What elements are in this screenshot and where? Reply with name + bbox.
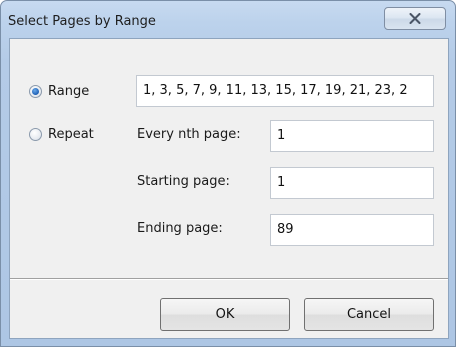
close-icon <box>409 13 421 24</box>
divider <box>10 278 448 280</box>
window-title: Select Pages by Range <box>8 14 156 29</box>
ending-page-input[interactable]: 89 <box>270 214 434 246</box>
dialog-body: Range 1, 3, 5, 7, 9, 11, 13, 15, 17, 19,… <box>9 38 449 339</box>
range-radio-circle <box>29 85 42 98</box>
range-radio[interactable]: Range <box>29 84 89 99</box>
starting-page-input[interactable]: 1 <box>270 167 434 199</box>
close-button[interactable] <box>384 7 446 30</box>
ending-page-label: Ending page: <box>137 221 223 236</box>
dialog-window: Select Pages by Range Range 1, 3, 5, 7, … <box>0 0 456 347</box>
ok-button[interactable]: OK <box>160 298 290 331</box>
every-nth-label: Every nth page: <box>137 127 241 142</box>
repeat-radio-label: Repeat <box>48 127 94 142</box>
range-input[interactable]: 1, 3, 5, 7, 9, 11, 13, 15, 17, 19, 21, 2… <box>136 75 434 107</box>
every-nth-input[interactable]: 1 <box>270 120 434 152</box>
cancel-button[interactable]: Cancel <box>304 298 434 331</box>
starting-page-label: Starting page: <box>137 174 230 189</box>
repeat-radio[interactable]: Repeat <box>29 127 94 142</box>
range-radio-label: Range <box>48 84 90 99</box>
radio-selected-dot <box>32 88 39 95</box>
repeat-radio-circle <box>29 128 42 141</box>
